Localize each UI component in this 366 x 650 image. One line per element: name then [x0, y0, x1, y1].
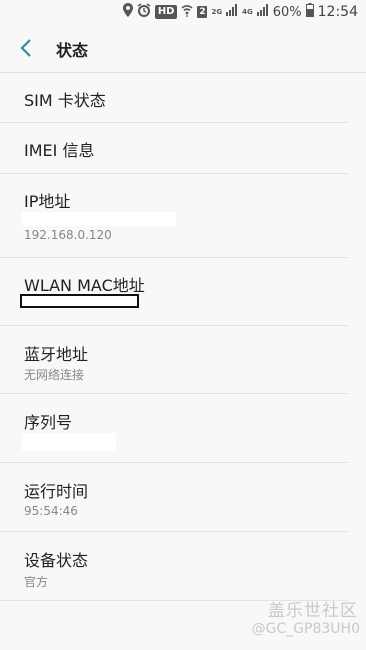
list-item-device-status[interactable]: 设备状态 官方 [0, 532, 348, 601]
redaction-box [20, 294, 139, 308]
list-item-title: IP地址 [24, 192, 71, 211]
list-item-title: SIM 卡状态 [24, 91, 106, 110]
watermark-user: @GC_GP83UH0 [251, 621, 360, 637]
clock: 12:54 [317, 4, 358, 20]
battery-icon [305, 3, 314, 21]
list-item-value: 无网络连接 [24, 368, 85, 382]
signal-icon [226, 4, 238, 20]
location-icon [122, 3, 133, 21]
list-item-title: WLAN MAC地址 [24, 276, 145, 295]
hd-badge: HD [154, 5, 178, 19]
page-title: 状态 [56, 41, 89, 60]
status-list: SIM 卡状态 IMEI 信息 IP地址 192.168.0.120 WLAN … [0, 73, 366, 601]
status-bar: HD 2 2G 4G 60% 12:54 [0, 0, 366, 24]
list-item-title: IMEI 信息 [24, 141, 95, 160]
list-item-bluetooth-address: 蓝牙地址 无网络连接 [0, 326, 348, 394]
list-item-sim-status[interactable]: SIM 卡状态 [0, 73, 348, 123]
list-item-value: 官方 [24, 575, 49, 589]
list-item-uptime: 运行时间 95:54:46 [0, 463, 348, 532]
back-button[interactable] [14, 36, 38, 60]
back-arrow-icon [20, 39, 31, 57]
network-4g-label: 4G [242, 8, 253, 16]
list-item-wlan-mac: WLAN MAC地址 [0, 258, 348, 326]
wifi-icon [181, 3, 194, 21]
list-item-imei[interactable]: IMEI 信息 [0, 123, 348, 174]
sim-badge: 2 [197, 6, 208, 18]
list-item-title: 设备状态 [24, 551, 89, 570]
list-item-value: 95:54:46 [24, 504, 78, 518]
list-item-ip-address: IP地址 192.168.0.120 [0, 174, 348, 258]
signal-icon-2 [256, 4, 269, 20]
list-item-title: 序列号 [24, 413, 73, 432]
redaction-box [22, 433, 116, 451]
list-item-serial-number: 序列号 [0, 394, 348, 463]
list-item-value: 192.168.0.120 [24, 228, 112, 242]
status-icons: HD 2 2G 4G 60% 12:54 [122, 3, 358, 21]
network-2g-label: 2G [211, 8, 223, 16]
alarm-icon [137, 3, 151, 21]
battery-percent: 60% [272, 4, 302, 20]
list-item-title: 运行时间 [24, 482, 89, 501]
redaction-box [22, 212, 176, 226]
app-bar: 状态 [0, 24, 366, 73]
watermark-brand: 盖乐世社区 [268, 601, 358, 621]
list-item-title: 蓝牙地址 [24, 345, 89, 364]
